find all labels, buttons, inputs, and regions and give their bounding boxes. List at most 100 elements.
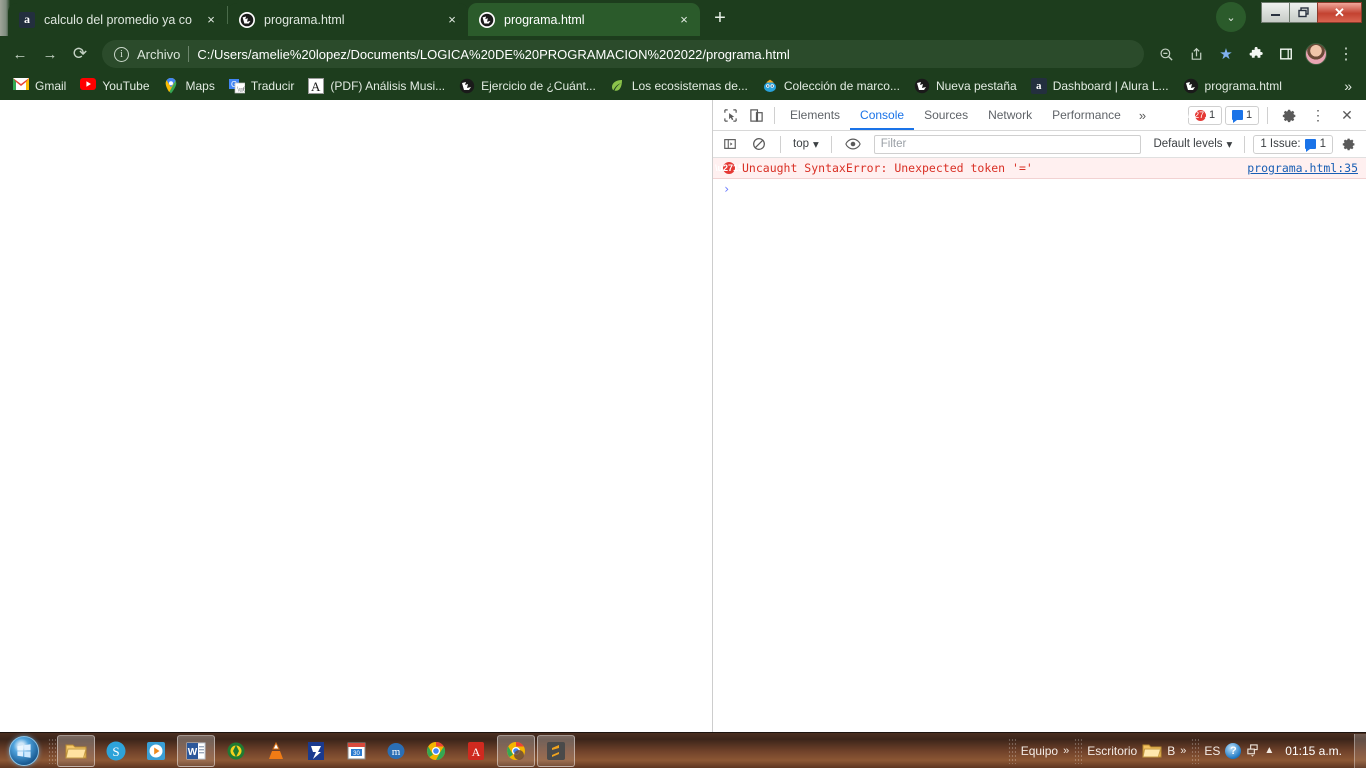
inspect-element-icon[interactable]: [717, 102, 743, 128]
url-scheme-label: Archivo: [137, 46, 181, 62]
taskbar-chrome-window-icon[interactable]: [497, 734, 535, 767]
console-prompt[interactable]: ›: [713, 179, 1366, 199]
tab-search-chevron-icon[interactable]: ⌄: [1216, 2, 1246, 32]
console-error-row[interactable]: \u2715 Uncaught SyntaxError: Unexpected …: [713, 158, 1366, 179]
bookmark-item[interactable]: G \u6587 Traducir: [222, 75, 302, 97]
share-icon[interactable]: [1182, 40, 1210, 68]
site-info-icon[interactable]: i: [114, 46, 129, 62]
taskbar-calendar-icon[interactable]: 30: [337, 735, 375, 767]
tab-sources[interactable]: Sources: [914, 100, 978, 130]
chrome-menu-icon[interactable]: ⋮: [1332, 40, 1360, 68]
taskbar-skype-icon[interactable]: S: [97, 735, 135, 767]
bookmark-item[interactable]: Colección de marco...: [755, 75, 907, 97]
toolbar-escritorio[interactable]: Escritorio B »: [1082, 735, 1191, 767]
tray-grip[interactable]: [1074, 737, 1083, 764]
restore-button[interactable]: [1289, 2, 1318, 23]
error-count-badge[interactable]: \u2715 1: [1187, 105, 1222, 125]
system-tray: Equipo » Escritorio B » ES ? ▲ 01:15 a.m…: [1007, 733, 1366, 768]
browser-tab-active[interactable]: programa.html ×: [468, 3, 700, 36]
svg-text:A: A: [472, 745, 481, 759]
message-count-badge[interactable]: 1: [1225, 105, 1259, 125]
bookmark-item[interactable]: Maps: [157, 75, 222, 97]
alura-icon: a: [1030, 78, 1047, 94]
toolbar-equipo[interactable]: Equipo »: [1016, 735, 1075, 767]
forward-icon[interactable]: →: [36, 40, 64, 68]
taskbar-media-player-icon[interactable]: [137, 735, 175, 767]
tab-elements[interactable]: Elements: [780, 100, 850, 130]
gear-icon[interactable]: [1276, 102, 1302, 128]
log-levels-selector[interactable]: Default levels ▾: [1149, 137, 1236, 151]
execution-context-selector[interactable]: top ▾: [789, 137, 823, 151]
device-toolbar-icon[interactable]: [743, 102, 769, 128]
gear-icon[interactable]: [1336, 131, 1362, 157]
reload-icon[interactable]: ⟳: [66, 40, 94, 68]
bookmark-item[interactable]: Ejercicio de ¿Cuánt...: [452, 75, 603, 97]
more-tabs-icon[interactable]: »: [1131, 108, 1154, 123]
globe-icon: [914, 78, 930, 94]
translate-icon: G \u6587: [228, 78, 258, 94]
taskbar-acrobat-icon[interactable]: A: [457, 735, 495, 767]
bookmark-item[interactable]: Los ecosistemas de...: [603, 75, 755, 97]
network-icon[interactable]: [1246, 744, 1259, 757]
taskbar-kaspersky-icon[interactable]: [217, 735, 255, 767]
taskbar-windows-explorer-icon[interactable]: [57, 734, 95, 767]
taskbar-word-icon[interactable]: W: [177, 734, 215, 767]
taskbar-clock[interactable]: 01:15 a.m.: [1279, 744, 1352, 758]
tray-grip[interactable]: [1007, 737, 1016, 764]
tab-close-button[interactable]: ×: [203, 12, 219, 28]
taskbar-vlc-icon[interactable]: [257, 735, 295, 767]
console-sidebar-icon[interactable]: [717, 131, 743, 157]
bookmark-label: (PDF) Análisis Musi...: [330, 79, 446, 93]
taskbar-zip-icon[interactable]: [297, 735, 335, 767]
chevron-right-icon[interactable]: »: [1063, 745, 1069, 757]
new-tab-button[interactable]: +: [706, 5, 734, 33]
bookmark-item[interactable]: YouTube: [73, 75, 156, 97]
tab-network[interactable]: Network: [978, 100, 1042, 130]
side-panel-icon[interactable]: [1272, 40, 1300, 68]
tab-console[interactable]: Console: [850, 100, 915, 130]
tab-close-button[interactable]: ×: [444, 12, 460, 28]
browser-tab[interactable]: programa.html ×: [228, 3, 468, 36]
chevron-right-icon[interactable]: »: [1180, 745, 1186, 757]
show-desktop-button[interactable]: [1354, 733, 1366, 768]
bookmarks-overflow-button[interactable]: »: [1336, 78, 1360, 94]
bookmark-item[interactable]: programa.html: [1176, 75, 1289, 97]
bookmark-item[interactable]: a Dashboard | Alura L...: [1024, 75, 1176, 97]
clear-console-icon[interactable]: [746, 131, 772, 157]
bookmark-item[interactable]: Gmail: [6, 75, 73, 97]
show-hidden-icons-icon[interactable]: ▲: [1264, 745, 1274, 756]
message-count: 1: [1245, 109, 1253, 121]
help-icon[interactable]: ?: [1225, 742, 1242, 759]
close-button[interactable]: ✕: [1317, 2, 1362, 23]
avatar[interactable]: [1302, 40, 1330, 68]
browser-tab[interactable]: a calculo del promedio ya con Mat ×: [8, 3, 227, 36]
start-button[interactable]: [0, 734, 48, 768]
puzzle-icon[interactable]: [1242, 40, 1270, 68]
taskbar-mu-app-icon[interactable]: m: [377, 735, 415, 767]
minimize-button[interactable]: [1261, 2, 1290, 23]
browser-toolbar: ← → ⟳ i Archivo C:/Users/amelie%20lopez/…: [0, 36, 1366, 72]
issues-button[interactable]: 1 Issue: 1: [1253, 134, 1333, 154]
taskbar-grip[interactable]: [48, 737, 56, 764]
bookmark-item[interactable]: A (PDF) Análisis Musi...: [301, 75, 452, 97]
console-output[interactable]: \u2715 Uncaught SyntaxError: Unexpected …: [713, 158, 1366, 732]
search-minus-icon[interactable]: [1152, 40, 1180, 68]
tab-close-button[interactable]: ×: [676, 12, 692, 28]
live-expression-icon[interactable]: [840, 131, 866, 157]
tray-grip[interactable]: [1191, 737, 1200, 764]
console-filter-input[interactable]: Filter: [873, 134, 1142, 154]
taskbar-sublime-icon[interactable]: [537, 734, 575, 767]
back-icon[interactable]: ←: [6, 40, 34, 68]
console-error-source-link[interactable]: programa.html:35: [1247, 161, 1358, 175]
close-icon[interactable]: ✕: [1334, 102, 1360, 128]
language-indicator[interactable]: ES: [1204, 744, 1220, 758]
tab-performance[interactable]: Performance: [1042, 100, 1131, 130]
taskbar-chrome-icon[interactable]: [417, 735, 455, 767]
bookmark-label: Gmail: [35, 79, 67, 93]
bookmark-item[interactable]: Nueva pestaña: [907, 75, 1024, 97]
devtools-status-actions: \u2715 1 1 ⋮ ✕: [1187, 102, 1366, 128]
address-bar[interactable]: i Archivo C:/Users/amelie%20lopez/Docume…: [102, 40, 1144, 68]
bookmark-star-icon[interactable]: ★: [1212, 40, 1240, 68]
omnibox-divider: [188, 46, 190, 62]
devtools-menu-icon[interactable]: ⋮: [1305, 102, 1331, 128]
